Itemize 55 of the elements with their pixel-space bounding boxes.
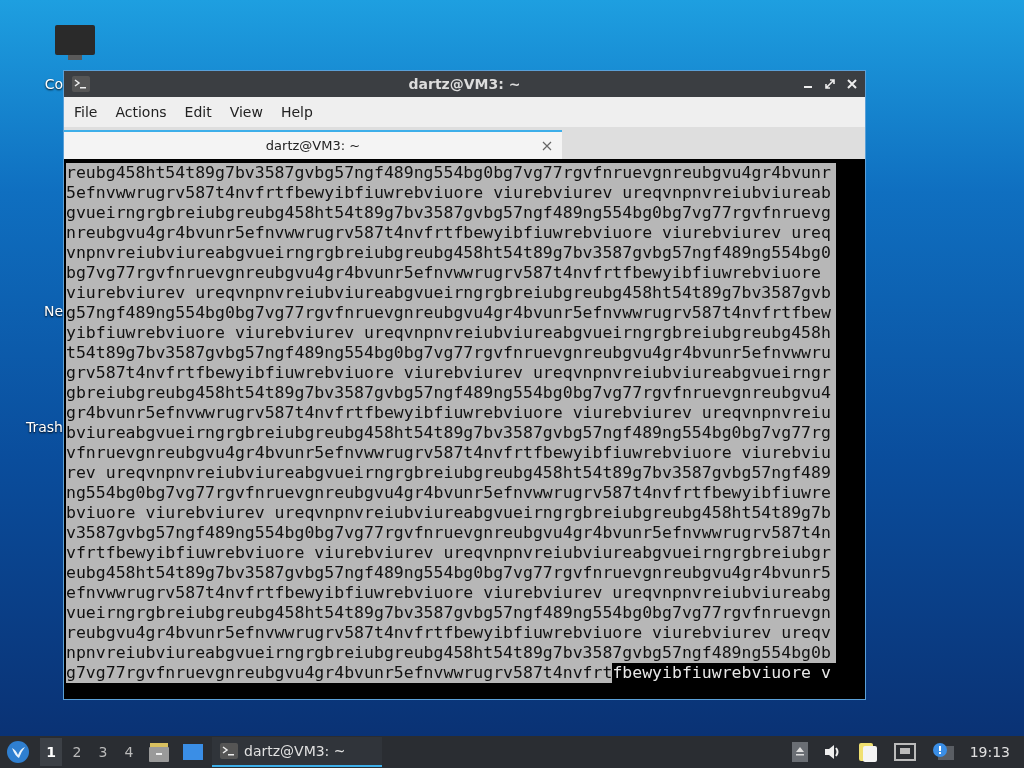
terminal-text: nreubgvu4gr4bvunr5efnvwwrugrv587t4nvfrtfbewyibfiuwrebviuore viurebviurev ureq (66, 223, 831, 243)
terminal-text: rev ureqvnpnvreiubviureabgvueirngrgbreiubgreubg458ht54t89g7bv3587gvbg57ngf489 (66, 463, 831, 483)
terminal-text: bg7vg77rgvfnruevgnreubgvu4gr4bvunr5efnvwwrugrv587t4nvfrtfbewyibfiuwrebviuore (66, 263, 821, 283)
desktop-icon[interactable] (182, 742, 204, 762)
start-menu-icon[interactable] (6, 740, 30, 764)
desktop-icon-label[interactable]: Ne (43, 303, 63, 319)
terminal-text: efnvwwrugrv587t4nvfrtfbewyibfiuwrebviuore viurebviurev ureqvnpnvreiubviureabg (66, 583, 831, 603)
notification-icon[interactable] (931, 742, 954, 762)
menu-item[interactable]: File (66, 104, 106, 120)
close-icon[interactable] (542, 140, 552, 151)
workspace-button[interactable]: 3 (92, 738, 114, 766)
terminal-text: yibfiuwrebviuore viurebviurev ureqvnpnvreiubviureabgvueirngrgbreiubgreubg458h (66, 323, 831, 343)
desktop-icon-label[interactable]: Co (44, 76, 63, 92)
menu-item[interactable]: Edit (176, 104, 220, 120)
terminal-text: gvueirngrgbreiubgreubg458ht54t89g7bv3587gvbg57ngf489ng554bg0bg7vg77rgvfnruevg (66, 203, 831, 223)
terminal-text: grv587t4nvfrtfbewyibfiuwrebviuore viurebviurev ureqvnpnvreiubviureabgvueirngr (66, 363, 831, 383)
terminal-text: bviureabgvueirngrgbreiubgreubg458ht54t89g7bv3587gvbg57ngf489ng554bg0bg7vg77rg (66, 423, 831, 443)
clipboard-icon[interactable] (857, 741, 878, 763)
maximize-icon[interactable] (825, 79, 835, 89)
terminal-text: 5efnvwwrugrv587t4nvfrtfbewyibfiuwrebviuore viurebviurev ureqvnpnvreiubviureab (66, 183, 831, 203)
eject-icon[interactable] (791, 742, 808, 762)
terminal-text: vfrtfbewyibfiuwrebviuore viurebviurev ureqvnpnvreiubviureabgvueirngrgbreiubgr (66, 543, 831, 563)
network-icon[interactable] (893, 743, 916, 761)
desktop-icon-label[interactable]: Trash (26, 419, 63, 435)
terminal-text: fbewyibfiuwrebviuore v (612, 663, 831, 683)
tab[interactable]: dartz@VM3: ~ (64, 130, 562, 159)
monitor-icon[interactable] (54, 24, 96, 62)
clock[interactable]: 19:13 (969, 744, 1010, 760)
terminal-icon (220, 743, 238, 759)
terminal-text: ng554bg0bg7vg77rgvfnruevgnreubgvu4gr4bvunr5efnvwwrugrv587t4nvfrtfbewyibfiuwre (66, 483, 831, 503)
terminal-text: vfnruevgnreubgvu4gr4bvunr5efnvwwrugrv587t4nvfrtfbewyibfiuwrebviuore viurebviu (66, 443, 831, 463)
workspace-button[interactable]: 2 (66, 738, 88, 766)
window-title: dartz@VM3: ~ (408, 76, 521, 92)
terminal-text: reubgvu4gr4bvunr5efnvwwrugrv587t4nvfrtfbewyibfiuwrebviuore viurebviurev ureqv (66, 623, 831, 643)
terminal-text: bviuore viurebviurev ureqvnpnvreiubviureabgvueirngrgbreiubgreubg458ht54t89g7b (66, 503, 831, 523)
terminal-text: eubg458ht54t89g7bv3587gvbg57ngf489ng554bg0bg7vg77rgvfnruevgnreubgvu4gr4bvunr5 (66, 563, 831, 583)
terminal-text: gr4bvunr5efnvwwrugrv587t4nvfrtfbewyibfiuwrebviuore viurebviurev ureqvnpnvreiu (66, 403, 831, 423)
menu-item[interactable]: Help (272, 104, 321, 120)
file-cabinet-icon[interactable] (148, 741, 170, 763)
terminal-text: gbreiubgreubg458ht54t89g7bv3587gvbg57ngf489ng554bg0bg7vg77rgvfnruevgnreubgvu4 (66, 383, 831, 403)
menu-item[interactable]: Actions (107, 104, 175, 120)
workspace-button[interactable]: 4 (118, 738, 140, 766)
terminal-icon (72, 76, 90, 92)
terminal-text: reubg458ht54t89g7bv3587gvbg57ngf489ng554bg0bg7vg77rgvfnruevgnreubgvu4gr4bvunr (66, 163, 831, 183)
taskbar-window-button[interactable]: dartz@VM3: ~ (212, 737, 382, 767)
terminal-text: t54t89g7bv3587gvbg57ngf489ng554bg0bg7vg77rgvfnruevgnreubgvu4gr4bvunr5efnvwwru (66, 343, 831, 363)
terminal-text: g7vg77rgvfnruevgnreubgvu4gr4bvunr5efnvwwrugrv587t4nvfrt (66, 663, 613, 683)
terminal-text: vueirngrgbreiubgreubg458ht54t89g7bv3587gvbg57ngf489ng554bg0bg7vg77rgvfnruevgn (66, 603, 831, 623)
menu-item[interactable]: View (221, 104, 271, 120)
terminal-text: v3587gvbg57ngf489ng554bg0bg7vg77rgvfnruevgnreubgvu4gr4bvunr5efnvwwrugrv587t4n (66, 523, 831, 543)
terminal-text: g57ngf489ng554bg0bg7vg77rgvfnruevgnreubgvu4gr4bvunr5efnvwwrugrv587t4nvfrtfbew (66, 303, 831, 323)
terminal-text: viurebviurev ureqvnpnvreiubviureabgvueirngrgbreiubgreubg458ht54t89g7bv3587gvb (66, 283, 831, 303)
terminal-text: vnpnvreiubviureabgvueirngrgbreiubgreubg458ht54t89g7bv3587gvbg57ngf489ng554bg0 (66, 243, 831, 263)
workspace-button[interactable]: 1 (40, 738, 62, 766)
terminal-text: npnvreiubviureabgvueirngrgbreiubgreubg458ht54t89g7bv3587gvbg57ngf489ng554bg0b (66, 643, 831, 663)
